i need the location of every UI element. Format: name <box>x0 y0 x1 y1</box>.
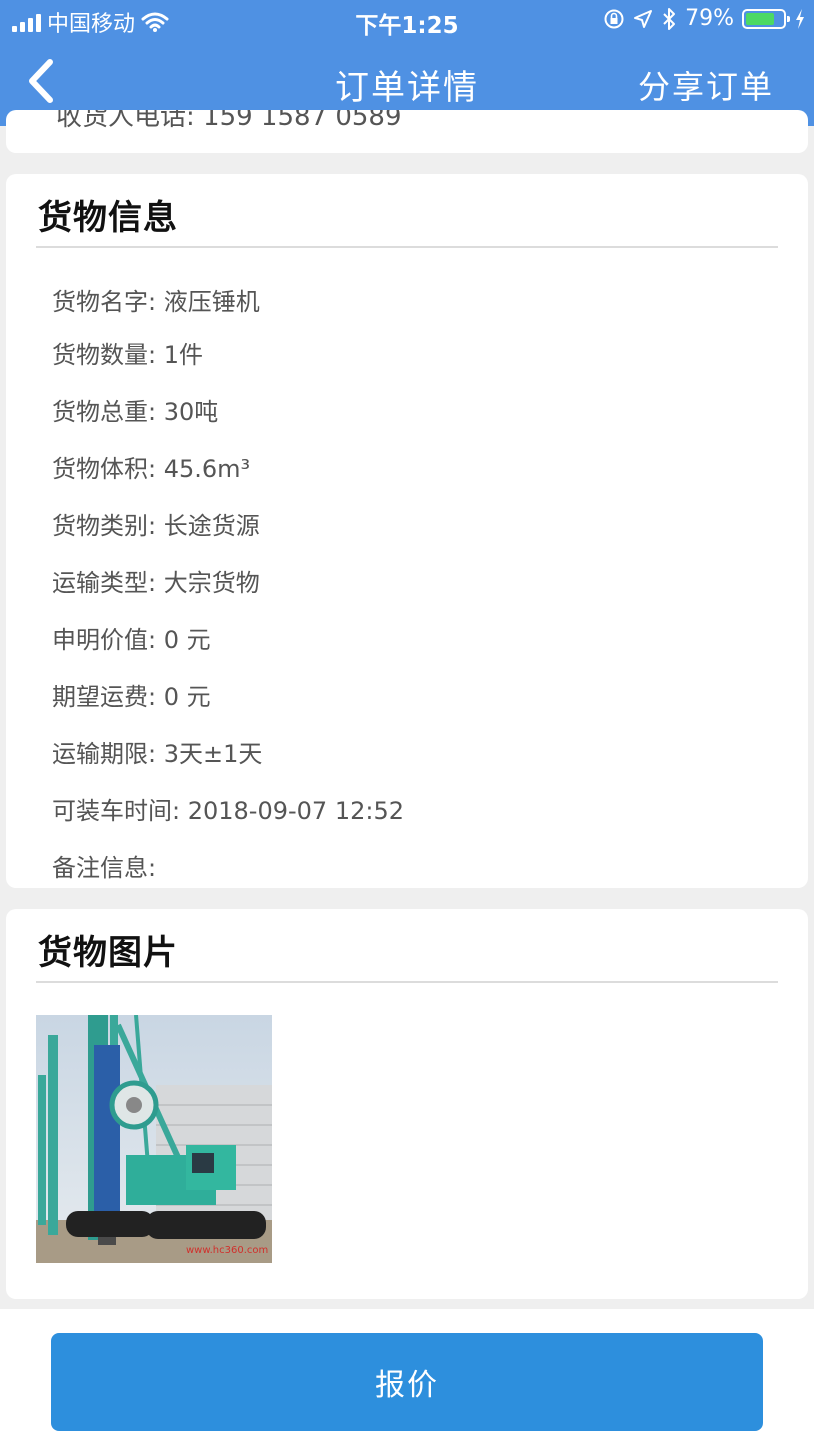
goods-info-heading: 货物信息 <box>38 198 178 238</box>
goods-photo-card: 货物图片 www.hc360.com <box>6 909 808 1299</box>
status-bar: 中国移动 下午1:25 79% <box>0 0 814 44</box>
share-order-button[interactable]: 分享订单 <box>638 62 774 108</box>
bottom-action-bar: 报价 <box>0 1309 814 1447</box>
goods-volume-row: 货物体积: 45.6m³ <box>52 455 251 483</box>
photo-watermark: www.hc360.com <box>186 1245 268 1256</box>
consignee-phone-partial: 收货人电话: 159 1587 0589 <box>56 110 402 132</box>
bluetooth-icon <box>663 7 676 30</box>
goods-category-row: 货物类别: 长途货源 <box>52 512 260 540</box>
transport-type-row: 运输类型: 大宗货物 <box>52 569 260 597</box>
battery-icon <box>742 8 790 29</box>
charging-bolt-icon <box>796 8 804 29</box>
remarks-row: 备注信息: <box>52 854 157 882</box>
battery-percent: 79% <box>685 6 734 31</box>
top-bar: 中国移动 下午1:25 79% 订单详情 分享订单 <box>0 0 814 126</box>
goods-info-card: 货物信息 货物名字: 液压锤机 货物数量: 1件 货物总重: 30吨 货物体积:… <box>6 174 808 888</box>
transport-period-row: 运输期限: 3天±1天 <box>52 740 263 768</box>
divider <box>36 981 778 983</box>
quote-button[interactable]: 报价 <box>51 1333 763 1431</box>
rotation-lock-icon <box>604 9 624 28</box>
divider <box>36 246 778 248</box>
goods-name-row: 货物名字: 液压锤机 <box>52 288 260 316</box>
goods-quantity-row: 货物数量: 1件 <box>52 341 203 369</box>
expected-freight-row: 期望运费: 0 元 <box>52 683 211 711</box>
loading-time-row: 可装车时间: 2018-09-07 12:52 <box>52 797 404 825</box>
pile-driver-image: www.hc360.com <box>36 1015 272 1263</box>
consignee-card: 收货人电话: 159 1587 0589 <box>6 110 808 153</box>
declared-value-row: 申明价值: 0 元 <box>52 626 211 654</box>
goods-photo-thumbnail[interactable]: www.hc360.com <box>36 1015 272 1263</box>
goods-photo-heading: 货物图片 <box>38 933 178 973</box>
location-arrow-icon <box>634 9 653 28</box>
goods-weight-row: 货物总重: 30吨 <box>52 398 219 426</box>
